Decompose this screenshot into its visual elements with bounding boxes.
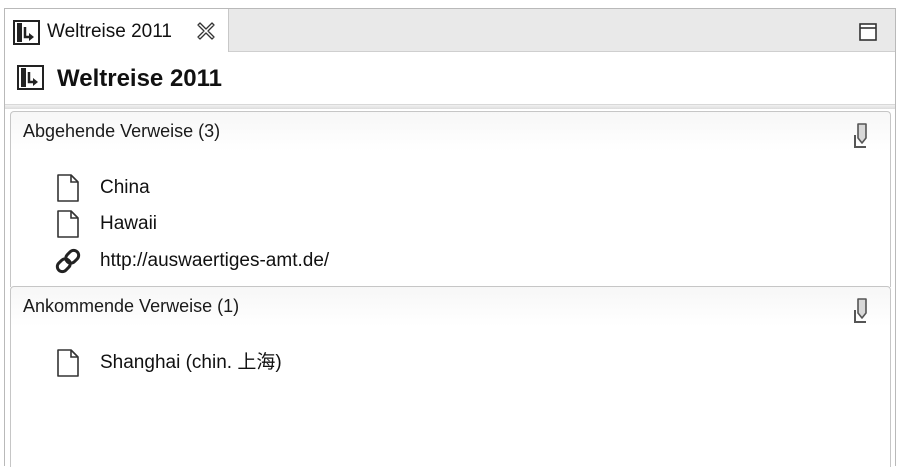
section-title: Abgehende Verweise (3) — [23, 121, 221, 141]
link-action-icon[interactable] — [852, 121, 872, 151]
document-icon — [57, 174, 79, 202]
close-icon[interactable] — [196, 21, 216, 41]
header-divider — [5, 104, 895, 109]
page-title: Weltreise 2011 — [57, 65, 223, 92]
section-incoming-references: Ankommende Verweise (1) Shanghai (chin. … — [10, 286, 891, 467]
link-action-icon[interactable] — [852, 296, 872, 326]
document-move-icon — [17, 65, 44, 90]
section-outgoing-references: Abgehende Verweise (3) China Hawaii http… — [10, 111, 891, 287]
link-icon — [55, 248, 81, 274]
editor-window: Weltreise 2011 Weltreise 2011 Abgehende … — [4, 8, 896, 467]
document-move-icon — [13, 20, 40, 45]
section-title: Ankommende Verweise (1) — [23, 296, 240, 316]
list-item-label: Shanghai (chin. 上海) — [100, 352, 282, 373]
document-icon — [57, 349, 79, 377]
list-item-label: Hawaii — [100, 213, 158, 234]
tab-bar: Weltreise 2011 — [5, 9, 895, 52]
tab-weltreise[interactable]: Weltreise 2011 — [5, 9, 229, 52]
document-icon — [57, 210, 79, 238]
list-item-label: http://auswaertiges-amt.de/ — [100, 250, 330, 271]
maximize-icon[interactable] — [859, 23, 877, 41]
list-item-label: China — [100, 177, 150, 198]
editor-header: Weltreise 2011 — [5, 52, 895, 104]
tab-label: Weltreise 2011 — [47, 21, 172, 42]
